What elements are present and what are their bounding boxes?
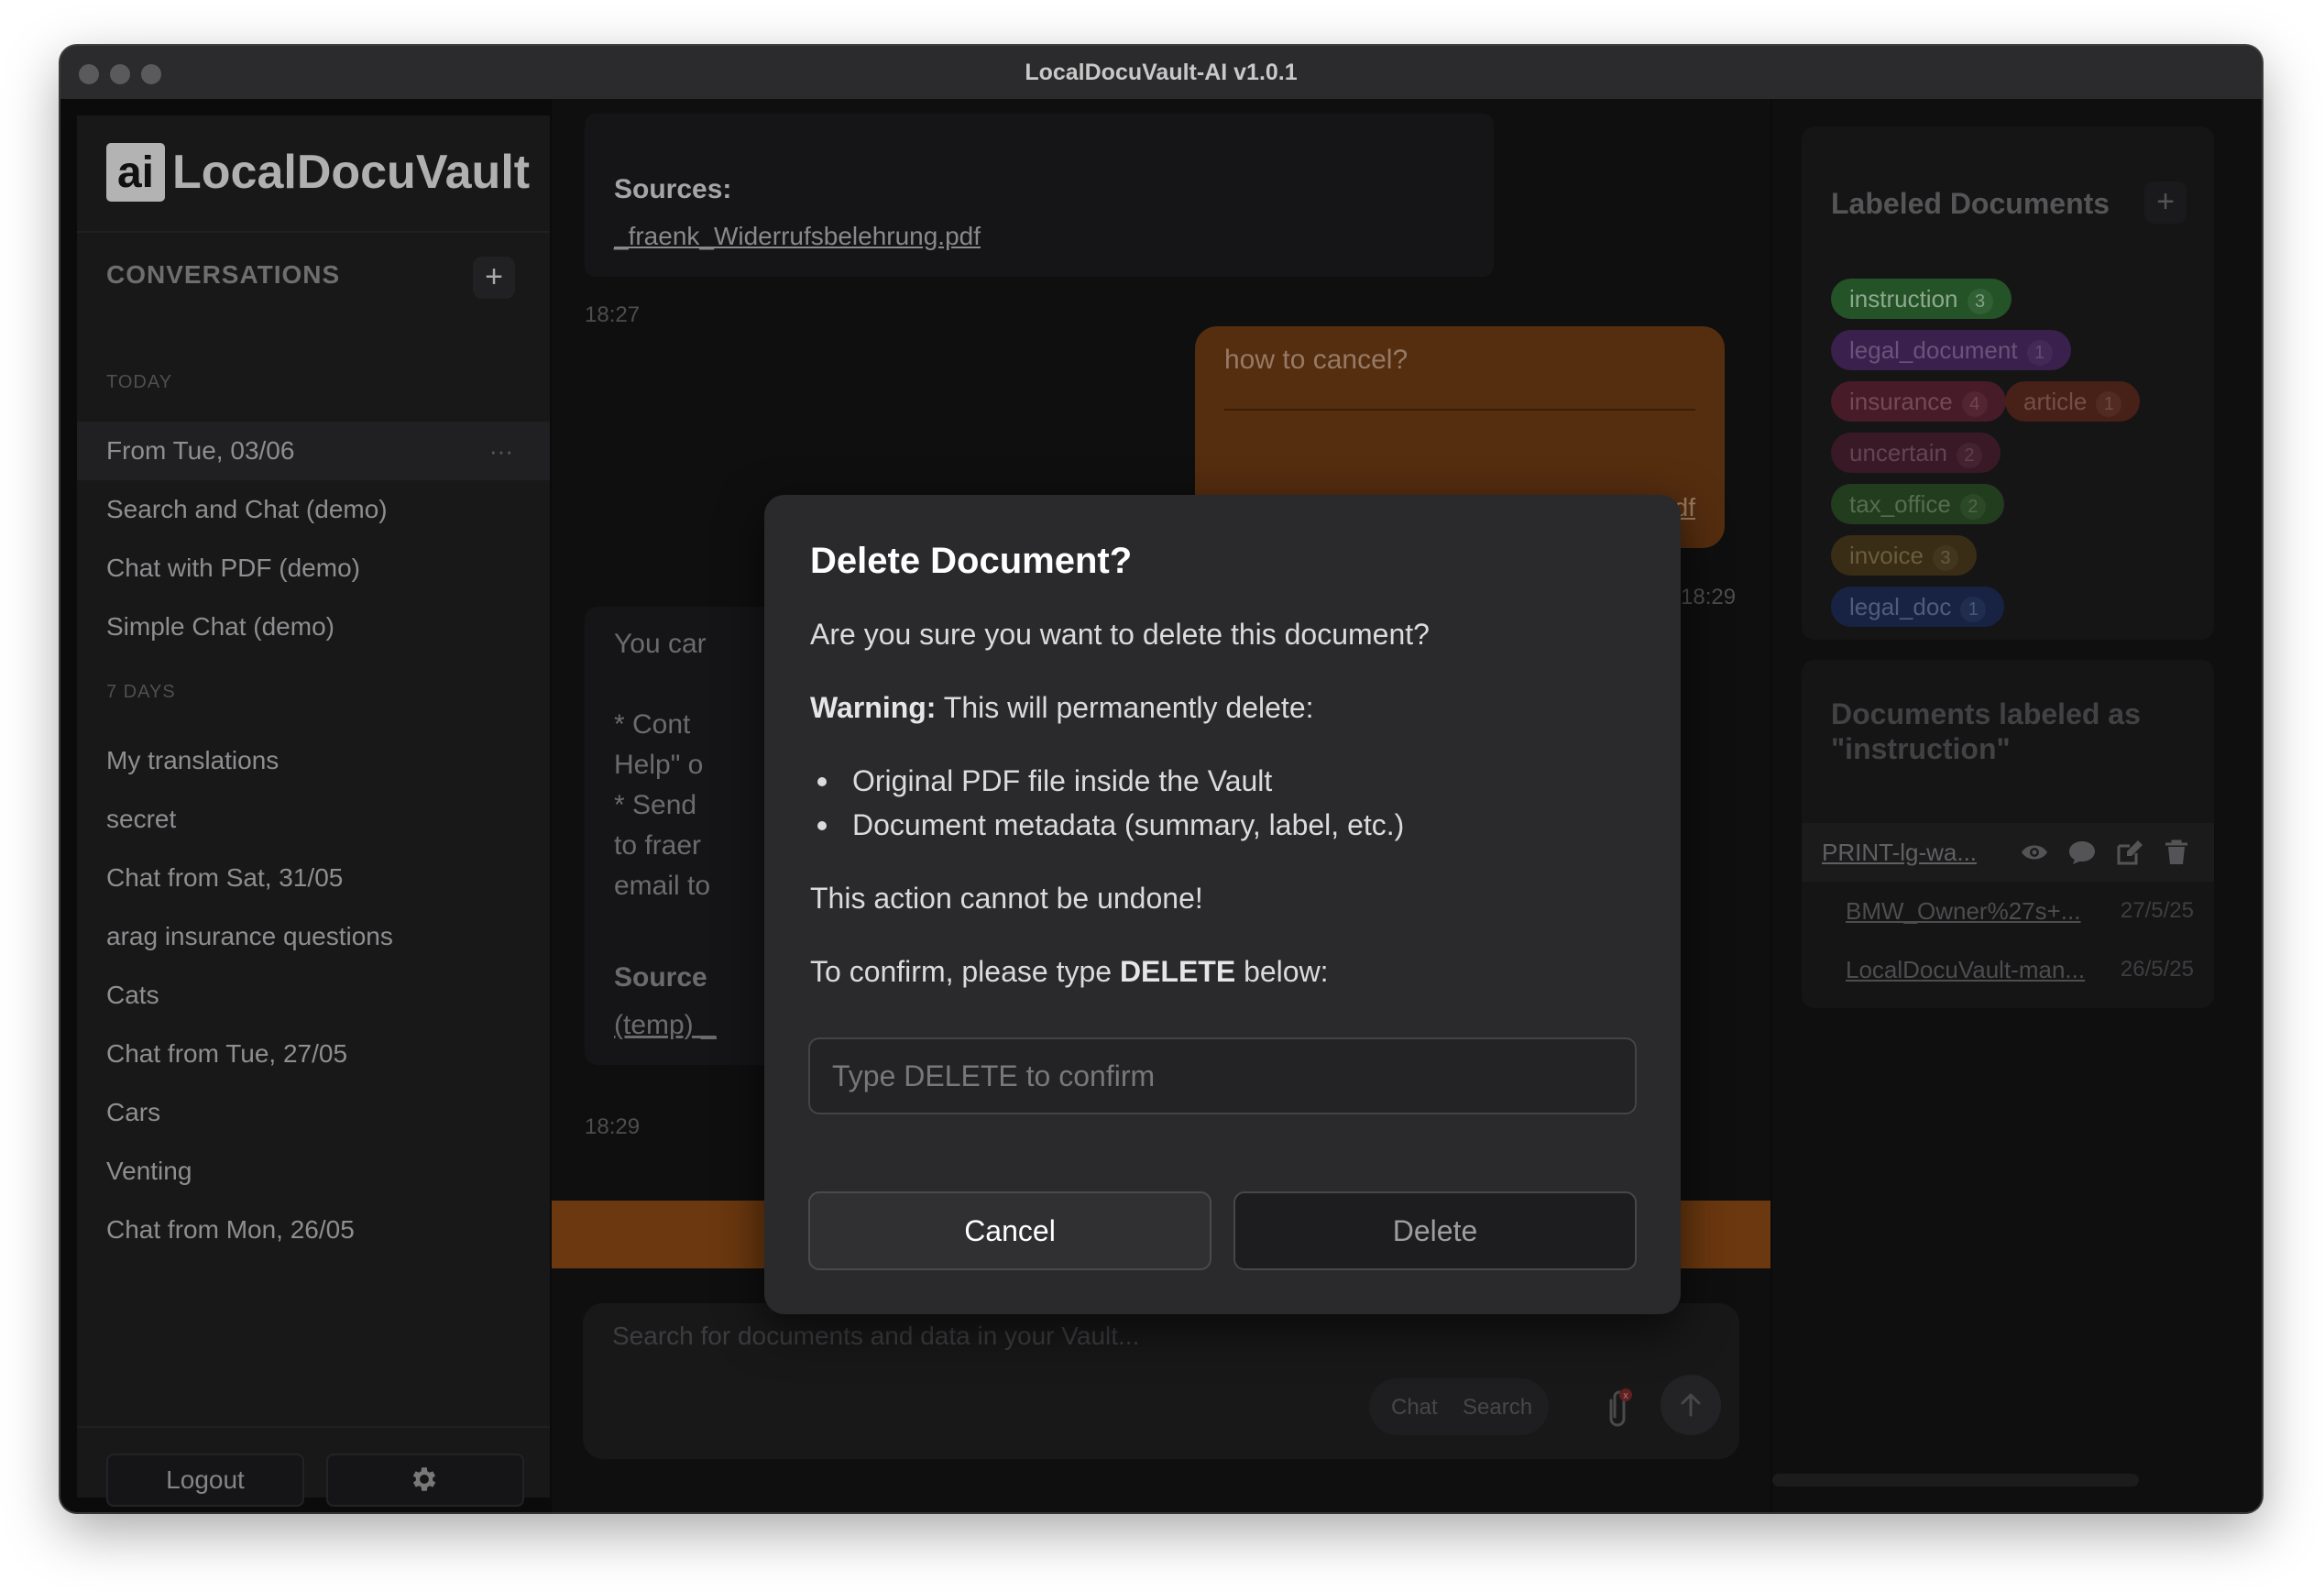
bullet-dot (817, 821, 827, 830)
window-title: LocalDocuVault-AI v1.0.1 (1025, 60, 1298, 85)
delete-button[interactable]: Delete (1233, 1191, 1637, 1270)
warning-label: Warning: (810, 691, 937, 724)
delete-document-dialog: Delete Document? Are you sure you want t… (764, 495, 1681, 1314)
delete-confirm-input[interactable] (808, 1037, 1637, 1114)
dialog-warning: Warning: This will permanently delete: (810, 691, 1314, 725)
bullet-dot (817, 777, 827, 786)
dialog-question: Are you sure you want to delete this doc… (810, 618, 1430, 651)
app-body: ai LocalDocuVault CONVERSATIONS + TODAY … (60, 99, 2262, 1512)
confirm-keyword: DELETE (1119, 955, 1236, 988)
dialog-bullet: Document metadata (summary, label, etc.) (852, 808, 1405, 841)
dialog-confirm-instruction: To confirm, please type DELETE below: (810, 955, 1329, 989)
title-bar: LocalDocuVault-AI v1.0.1 (60, 46, 2262, 100)
app-window: LocalDocuVault-AI v1.0.1 ai LocalDocuVau… (60, 46, 2262, 1512)
dialog-title: Delete Document? (810, 541, 1133, 581)
dialog-bullet: Original PDF file inside the Vault (852, 764, 1273, 797)
dialog-irreversible-note: This action cannot be undone! (810, 882, 1203, 915)
confirm-suffix: below: (1235, 955, 1329, 988)
confirm-prefix: To confirm, please type (810, 955, 1120, 988)
warning-text: This will permanently delete: (936, 691, 1314, 724)
cancel-button[interactable]: Cancel (808, 1191, 1211, 1270)
